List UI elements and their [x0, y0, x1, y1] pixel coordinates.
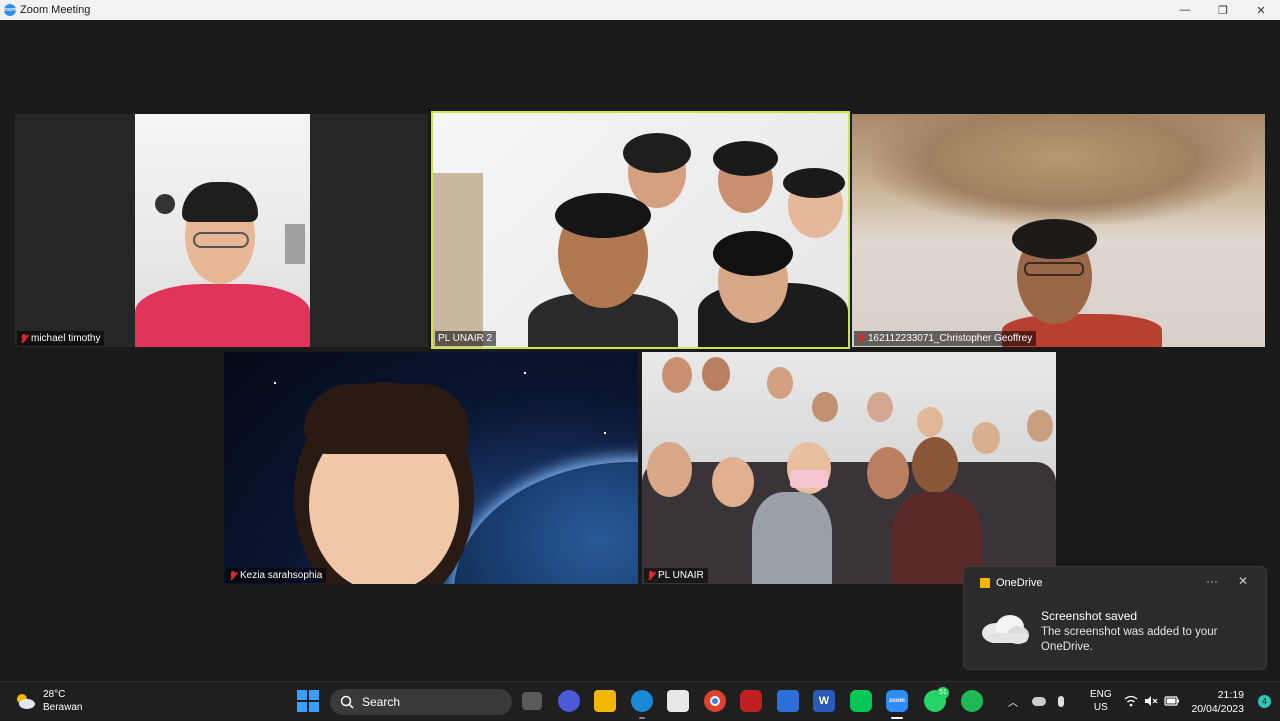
weather-widget[interactable]: 28°C Berawan	[14, 688, 82, 714]
mic-muted-icon	[647, 570, 655, 581]
line-app-icon[interactable]	[850, 690, 872, 712]
task-view-icon[interactable]	[522, 692, 542, 710]
video-tile-kezia-sarahsophia[interactable]: Kezia sarahsophia	[224, 352, 638, 584]
weather-text: 28°C Berawan	[43, 688, 82, 714]
participant-label: 162112233071_Christopher Geoffrey	[854, 331, 1037, 346]
mic-muted-icon	[229, 570, 237, 581]
wifi-icon[interactable]	[1124, 695, 1138, 707]
taskbar-clock[interactable]: 21:19 20/04/2023	[1191, 688, 1244, 716]
whatsapp-badge: 51	[937, 687, 949, 699]
zoom-app-icon: zoom	[3, 4, 17, 16]
clock-date: 20/04/2023	[1191, 703, 1244, 715]
video-tile-pl-unair[interactable]: PL UNAIR	[642, 352, 1056, 584]
zoom-taskbar-icon[interactable]: zoom	[886, 690, 908, 712]
cloudy-weather-icon	[17, 694, 35, 709]
participant-name: PL UNAIR 2	[438, 333, 493, 344]
participant-label: michael timothy	[17, 331, 105, 346]
running-indicator	[891, 717, 903, 719]
window-title: Zoom Meeting	[20, 4, 91, 16]
file-explorer-icon[interactable]	[594, 690, 616, 712]
toast-title: Screenshot saved	[1041, 609, 1138, 623]
participant-label: Kezia sarahsophia	[226, 568, 327, 583]
system-tray: ︿	[1008, 682, 1086, 721]
edge-browser-icon[interactable]	[631, 690, 653, 712]
video-feed	[642, 352, 1056, 584]
mic-muted-icon	[20, 333, 28, 344]
language-code: ENG	[1090, 689, 1112, 700]
mail-icon[interactable]	[777, 690, 799, 712]
onedrive-tray-icon[interactable]	[1032, 697, 1046, 706]
participant-label: PL UNAIR 2	[435, 331, 497, 346]
toast-close-button[interactable]: ✕	[1238, 574, 1248, 588]
toast-header: OneDrive	[980, 577, 1042, 589]
weather-temperature: 28°C	[43, 689, 66, 700]
mic-muted-icon	[857, 333, 865, 344]
show-hidden-icons-chevron-icon[interactable]: ︿	[1008, 694, 1018, 709]
running-indicator	[639, 717, 645, 719]
participant-name: PL UNAIR	[658, 570, 704, 581]
video-tile-michael-timothy[interactable]: michael timothy	[15, 114, 428, 347]
title-bar: zoom Zoom Meeting — ❐ ✕	[0, 0, 1280, 20]
minimize-button[interactable]: —	[1166, 0, 1204, 20]
microphone-icon[interactable]	[1058, 696, 1064, 707]
video-feed	[224, 352, 638, 584]
search-placeholder: Search	[362, 695, 401, 709]
language-indicator[interactable]: ENG US	[1090, 688, 1112, 714]
search-icon	[340, 695, 354, 709]
cloud-icon	[982, 615, 1029, 644]
participant-label: PL UNAIR	[644, 568, 708, 583]
windows-taskbar: 28°C Berawan Search W zoom 51 ︿ ENG US 2…	[0, 681, 1280, 720]
window-controls: — ❐ ✕	[1166, 0, 1280, 20]
taskbar-search[interactable]: Search	[330, 689, 512, 715]
spotify-icon[interactable]	[961, 690, 983, 712]
more-options-button[interactable]: ···	[1206, 574, 1218, 588]
clock-time: 21:19	[1217, 689, 1244, 701]
close-button[interactable]: ✕	[1242, 0, 1280, 20]
weather-description: Berawan	[43, 702, 83, 713]
word-icon[interactable]: W	[813, 690, 835, 712]
volume-muted-icon[interactable]	[1144, 695, 1158, 707]
notification-count-badge[interactable]: 4	[1258, 695, 1271, 708]
participant-name: Kezia sarahsophia	[240, 570, 323, 581]
toast-message: The screenshot was added to your OneDriv…	[1041, 626, 1218, 653]
video-feed	[433, 113, 848, 347]
region-code: US	[1093, 702, 1108, 713]
participant-name: michael timothy	[31, 333, 101, 344]
participant-name: 162112233071_Christopher Geoffrey	[868, 333, 1033, 344]
video-tile-christopher-geoffrey[interactable]: 162112233071_Christopher Geoffrey	[852, 114, 1265, 347]
onedrive-icon	[980, 578, 990, 588]
video-tile-pl-unair-2[interactable]: PL UNAIR 2	[431, 111, 850, 349]
start-button[interactable]	[297, 690, 319, 712]
toast-app-name: OneDrive	[996, 577, 1043, 589]
video-feed	[852, 114, 1265, 347]
video-feed	[135, 114, 310, 347]
maximize-button[interactable]: ❐	[1204, 0, 1242, 20]
chrome-browser-icon[interactable]	[704, 690, 726, 712]
battery-icon[interactable]	[1164, 695, 1180, 707]
onedrive-notification[interactable]: OneDrive ··· ✕ Screenshot saved The scre…	[963, 566, 1267, 670]
microsoft-store-icon[interactable]	[667, 690, 689, 712]
game-app-icon[interactable]	[740, 690, 762, 712]
teams-chat-icon[interactable]	[558, 690, 580, 712]
